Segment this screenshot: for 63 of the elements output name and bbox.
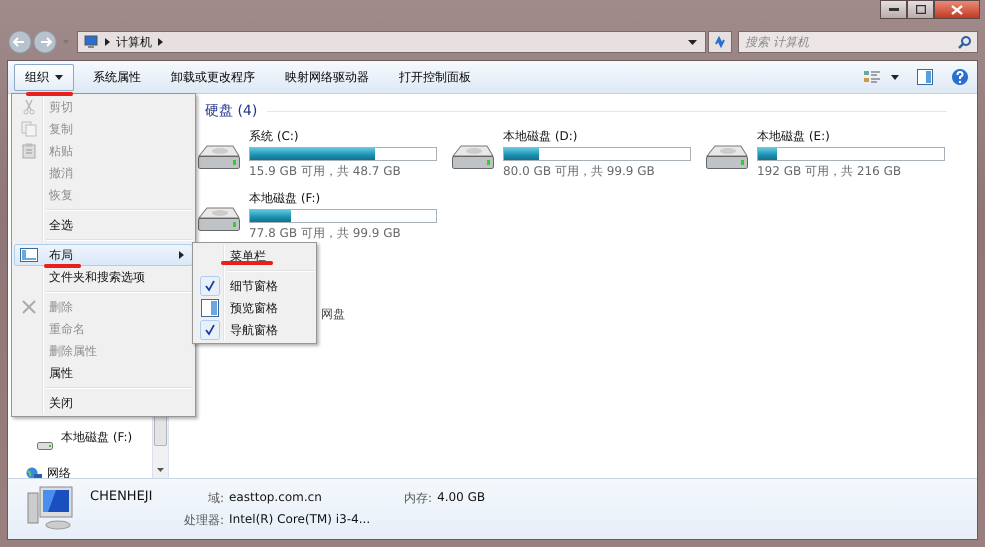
menu-item[interactable]: 全选: [14, 214, 193, 236]
menu-item[interactable]: 属性: [14, 362, 193, 384]
scroll-down-icon[interactable]: [157, 468, 164, 472]
maximize-icon: [916, 5, 926, 14]
clipboard-icon: [22, 143, 36, 159]
underline-mark: [221, 261, 273, 265]
preview-pane-icon: [201, 299, 219, 317]
drive-icon: [37, 441, 53, 451]
domain-value: easttop.com.cn: [229, 490, 323, 506]
drive-name[interactable]: 本地磁盘 (E:): [757, 128, 945, 145]
computer-icon: [83, 35, 99, 49]
toolbar-button[interactable]: 卸载或更改程序: [160, 64, 266, 90]
view-options-icon[interactable]: [863, 69, 881, 85]
breadcrumb-arrow-icon[interactable]: [105, 38, 110, 46]
drive-space-text: 15.9 GB 可用，共 48.7 GB: [249, 163, 402, 180]
menu-item[interactable]: 细节窗格: [195, 275, 314, 297]
dropdown-icon[interactable]: [688, 40, 697, 44]
nav-item[interactable]: 本地磁盘 (F:): [26, 429, 152, 451]
underline-mark: [26, 92, 73, 96]
drive-name[interactable]: 本地磁盘 (F:): [249, 190, 437, 207]
close-button[interactable]: [934, 0, 980, 19]
processor-label: 处理器:: [184, 512, 224, 529]
minimize-button[interactable]: [880, 0, 907, 19]
help-icon[interactable]: [951, 68, 969, 86]
menu-item[interactable]: 布局: [14, 244, 193, 266]
breadcrumb-item[interactable]: 计算机: [116, 34, 152, 50]
delete-icon: [22, 300, 36, 314]
copy-icon: [21, 121, 37, 137]
drive-space-text: 80.0 GB 可用，共 99.9 GB: [503, 163, 656, 180]
memory-label: 内存:: [404, 490, 432, 507]
menu-item[interactable]: 菜单栏: [195, 245, 314, 267]
breadcrumb-arrow-icon[interactable]: [158, 38, 163, 46]
drive-space-text: 192 GB 可用，共 216 GB: [757, 163, 902, 180]
scissors-icon: [23, 99, 35, 115]
refresh-button[interactable]: [708, 31, 732, 53]
maximize-button[interactable]: [907, 0, 934, 19]
search-field[interactable]: 搜索 计算机: [738, 31, 978, 53]
memory-value: 4.00 GB: [437, 490, 486, 506]
drive-name[interactable]: 系统 (C:): [249, 128, 437, 145]
toolbar-button[interactable]: 打开控制面板: [388, 64, 482, 90]
refresh-icon: [713, 35, 727, 49]
minimize-icon: [888, 8, 898, 12]
processor-value: Intel(R) Core(TM) i3-4...: [229, 512, 372, 528]
close-icon: [951, 4, 963, 14]
toolbar-button[interactable]: 组织: [14, 64, 74, 90]
domain-label: 域:: [207, 490, 224, 507]
dropdown-icon[interactable]: [891, 74, 899, 80]
underline-mark: [44, 264, 81, 268]
layout-icon: [20, 248, 38, 262]
computer-name: CHENHEJI: [90, 489, 154, 504]
toolbar-button[interactable]: 映射网络驱动器: [274, 64, 380, 90]
preview-pane-icon[interactable]: [917, 69, 933, 85]
menu-item[interactable]: 预览窗格: [195, 297, 314, 319]
menu-item[interactable]: 文件夹和搜索选项: [14, 266, 193, 288]
menu-item[interactable]: 导航窗格: [195, 319, 314, 341]
menu-item[interactable]: 关闭: [14, 392, 193, 414]
item-label: 网盘: [321, 306, 345, 323]
drive-space-text: 77.8 GB 可用，共 99.9 GB: [249, 225, 402, 242]
toolbar-button[interactable]: 系统属性: [82, 64, 152, 90]
drive-name[interactable]: 本地磁盘 (D:): [503, 128, 691, 145]
group-heading: 硬盘 (4): [205, 102, 258, 120]
search-icon[interactable]: [958, 35, 972, 49]
address-bar[interactable]: 计算机: [77, 31, 706, 53]
